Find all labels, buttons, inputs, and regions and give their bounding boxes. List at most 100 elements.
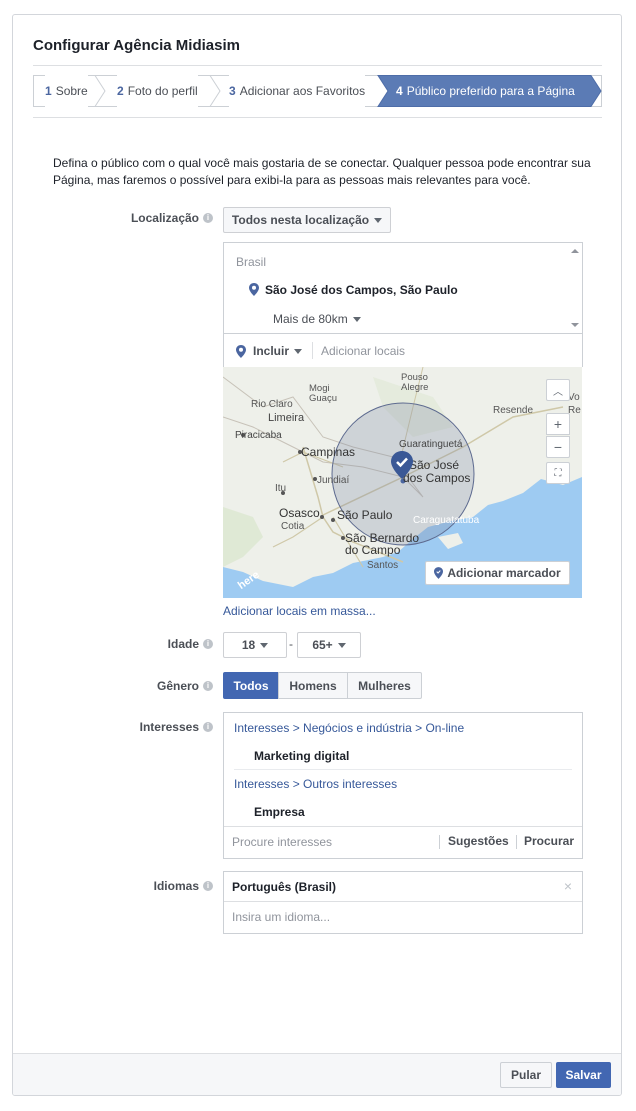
interest-path[interactable]: Interesses > Outros interesses — [234, 777, 397, 791]
map-label-cotia: Cotia — [281, 521, 305, 532]
step-foto-perfil[interactable]: 2 Foto do perfil — [117, 75, 198, 107]
add-marker-label: Adicionar marcador — [447, 566, 561, 580]
skip-button[interactable]: Pular — [500, 1062, 552, 1088]
language-input[interactable]: Insira um idioma... — [232, 910, 330, 924]
step-label: Adicionar aos Favoritos — [239, 84, 366, 98]
gender-label-text: Gênero — [156, 679, 199, 693]
map-label-rioclaro: Rio Claro — [251, 399, 293, 410]
divider — [33, 117, 602, 118]
interest-item[interactable]: Empresa — [254, 805, 305, 819]
interest-item[interactable]: Marketing digital — [254, 749, 349, 763]
bulk-add-locations-link[interactable]: Adicionar locais em massa... — [223, 604, 376, 618]
chevron-down-icon — [337, 642, 346, 648]
interests-search-input[interactable]: Procure interesses — [232, 835, 332, 849]
map-label-mogi-2: Guaçu — [309, 393, 337, 404]
map-pin-icon — [236, 345, 246, 358]
step-number: 2 — [117, 84, 124, 98]
radius-value: Mais de 80km — [273, 312, 348, 326]
dialog-footer: Pular Salvar — [13, 1053, 621, 1095]
step-label: Público preferido para a Página — [406, 84, 575, 98]
browse-button[interactable]: Procurar — [524, 834, 574, 848]
map-label-pouso-2: Alegre — [401, 382, 428, 393]
chevron-down-icon — [294, 348, 303, 354]
dialog-title: Configurar Agência Midiasim — [33, 37, 240, 54]
age-min-value: 18 — [241, 638, 256, 652]
zoom-in-button[interactable]: + — [546, 413, 570, 435]
divider — [234, 769, 572, 770]
location-scrollbar[interactable] — [568, 243, 582, 333]
age-max-value: 65+ — [312, 638, 333, 652]
save-button[interactable]: Salvar — [556, 1062, 611, 1088]
info-icon[interactable]: i — [203, 881, 213, 891]
info-icon[interactable]: i — [203, 681, 213, 691]
info-icon[interactable]: i — [203, 213, 213, 223]
gender-all-button[interactable]: Todos — [223, 672, 279, 699]
step-number: 3 — [229, 84, 236, 98]
location-label-text: Localização — [130, 211, 199, 225]
map-label-saopaulo: São Paulo — [337, 508, 393, 522]
step-favoritos[interactable]: 3 Adicionar aos Favoritos — [229, 75, 366, 107]
languages-label: Idiomas i — [73, 879, 213, 893]
map-pin-icon — [434, 567, 444, 579]
map-label-guaratingueta: Guaratinguetá — [399, 439, 463, 450]
step-sobre[interactable]: 1 Sobre — [45, 75, 88, 107]
map-label-campinas: Campinas — [301, 445, 355, 459]
divider — [224, 826, 582, 827]
languages-box: Português (Brasil) × Insira um idioma... — [223, 871, 583, 934]
age-separator: - — [289, 637, 293, 651]
age-min-dropdown[interactable]: 18 — [223, 632, 287, 658]
location-country: Brasil — [236, 255, 267, 269]
location-map[interactable]: Mogi Guaçu Pouso Alegre Rio Claro Limeir… — [223, 367, 582, 598]
info-icon[interactable]: i — [203, 722, 213, 732]
info-icon[interactable]: i — [203, 639, 213, 649]
gender-women-button[interactable]: Mulheres — [347, 672, 422, 699]
location-scope-dropdown[interactable]: Todos nesta localização — [223, 207, 391, 233]
intro-text: Defina o público com o qual você mais go… — [53, 156, 591, 187]
include-value: Incluir — [253, 344, 290, 358]
divider — [33, 65, 602, 66]
map-label-osasco: Osasco — [279, 506, 320, 520]
separator — [516, 835, 517, 849]
age-label-text: Idade — [167, 637, 199, 651]
map-pin-icon — [249, 283, 259, 296]
add-location-input[interactable]: Adicionar locais — [321, 344, 405, 358]
map-label-itu: Itu — [275, 483, 286, 494]
separator — [312, 342, 313, 359]
gender-label: Gênero i — [73, 679, 213, 693]
map-label-sjc-2: dos Campos — [403, 471, 470, 485]
map-label-limeira: Limeira — [268, 412, 305, 424]
map-label-jundiai: Jundiaí — [317, 475, 349, 486]
chevron-down-icon — [352, 316, 361, 322]
location-add-bar: Incluir Adicionar locais — [223, 333, 583, 367]
gender-men-button[interactable]: Homens — [278, 672, 348, 699]
step-label: Sobre — [55, 84, 88, 98]
language-token: Português (Brasil) — [232, 880, 337, 894]
fullscreen-icon[interactable]: ⛶ — [546, 462, 570, 484]
map-label-sjc-1: São José — [409, 458, 459, 472]
step-label: Foto do perfil — [127, 84, 198, 98]
interests-label: Interesses i — [73, 720, 213, 734]
location-list: Brasil São José dos Campos, São Paulo Ma… — [223, 242, 583, 334]
scroll-down-icon[interactable] — [571, 323, 579, 327]
map-label-caragua: Caraguatatuba — [413, 515, 480, 526]
map-label-piracicaba: Piracicaba — [235, 430, 282, 441]
location-scope-value: Todos nesta localização — [231, 213, 370, 227]
map-label-sbc-2: do Campo — [345, 543, 401, 557]
include-dropdown[interactable]: Incluir — [253, 344, 303, 358]
add-marker-button[interactable]: Adicionar marcador — [425, 561, 570, 585]
chevron-down-icon — [374, 217, 383, 223]
age-label: Idade i — [73, 637, 213, 651]
step-number: 1 — [45, 84, 52, 98]
map-label-santos: Santos — [367, 560, 398, 571]
scroll-up-icon[interactable] — [571, 249, 579, 253]
divider — [224, 901, 582, 902]
suggestions-button[interactable]: Sugestões — [448, 834, 509, 848]
radius-dropdown[interactable]: Mais de 80km — [273, 312, 361, 326]
age-max-dropdown[interactable]: 65+ — [297, 632, 361, 658]
separator — [439, 835, 440, 849]
interest-path[interactable]: Interesses > Negócios e indústria > On-l… — [234, 721, 464, 735]
close-icon[interactable]: × — [564, 878, 572, 894]
step-publico[interactable]: 4 Público preferido para a Página — [396, 75, 575, 107]
zoom-out-button[interactable]: − — [546, 436, 570, 458]
map-scroll-up-button[interactable]: ︿ — [546, 379, 570, 401]
